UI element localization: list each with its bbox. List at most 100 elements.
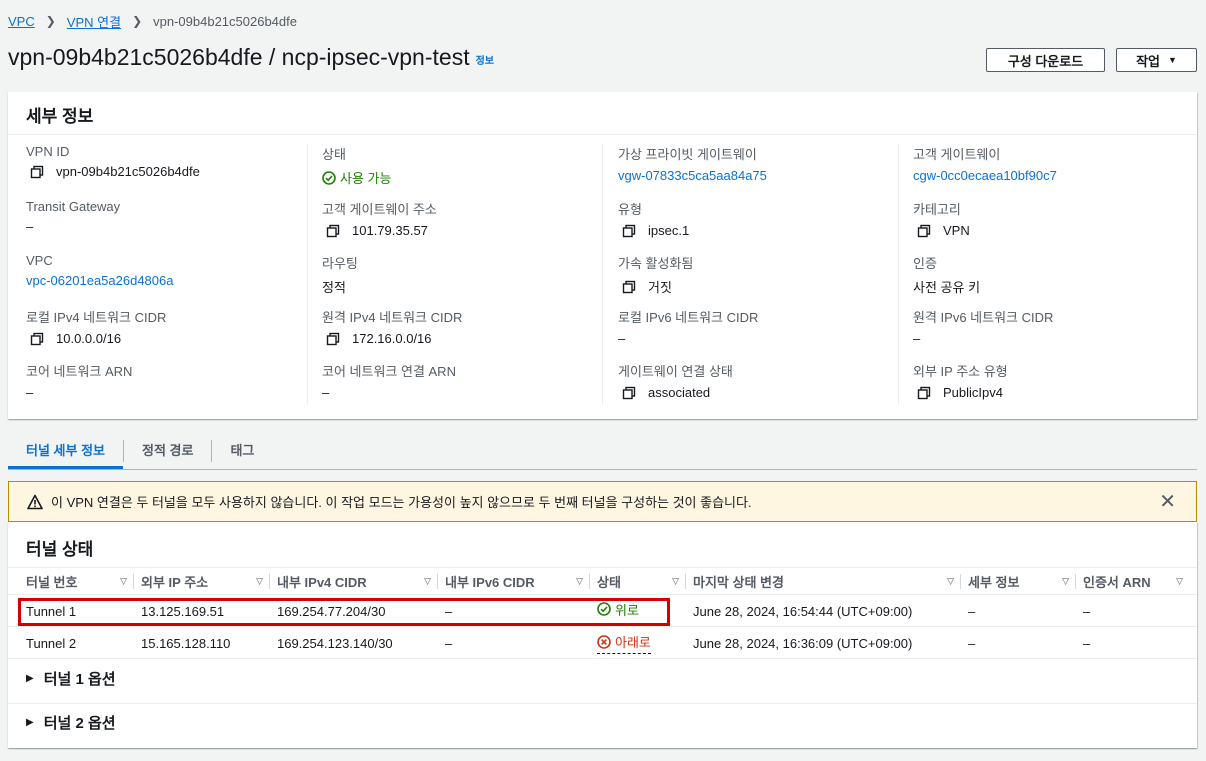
sort-icon[interactable]: ▽ <box>424 576 431 587</box>
copy-icon[interactable] <box>30 332 44 346</box>
field-label: VPN ID <box>26 144 70 159</box>
field-value[interactable]: cgw-0cc0ecaea10bf90c7 <box>913 168 1183 183</box>
breadcrumb: VPC ❯ VPN 연결 ❯ vpn-09b4b21c5026b4dfe <box>8 12 297 30</box>
copy-icon[interactable] <box>622 386 636 400</box>
field-value[interactable]: vpc-06201ea5a26d4806a <box>26 273 296 288</box>
detail-field: 고객 게이트웨이 cgw-0cc0ecaea10bf90c7 <box>913 144 1183 183</box>
table-cell-details: – <box>968 635 976 651</box>
column-header[interactable]: 인증서 ARN ▽ <box>1083 568 1189 595</box>
alert-text: 이 VPN 연결은 두 터널을 모두 사용하지 않습니다. 이 작업 모드는 가… <box>51 495 752 510</box>
column-divider <box>133 574 134 589</box>
field-label: 로컬 IPv4 네트워크 CIDR <box>26 310 167 325</box>
column-divider <box>589 574 590 589</box>
copy-icon[interactable] <box>622 224 636 238</box>
field-value-text[interactable]: vgw-07833c5ca5aa84a75 <box>618 168 767 183</box>
copy-icon[interactable] <box>622 280 636 294</box>
field-label: Transit Gateway <box>26 199 121 214</box>
field-value: 거짓 <box>618 277 888 296</box>
tunnel-2-options-expander[interactable]: ▶ 터널 2 옵션 <box>26 712 116 732</box>
tunnel-table-header: 터널 번호 ▽ 외부 IP 주소 ▽ 내부 IPv4 CIDR ▽ 내부 IPv6 CIDR… <box>8 567 1197 595</box>
field-value-text: 101.79.35.57 <box>352 223 428 238</box>
field-value-text: VPN <box>943 223 970 238</box>
close-icon[interactable]: ✕ <box>1159 492 1176 512</box>
sort-icon[interactable]: ▽ <box>576 576 583 587</box>
field-value-text: 172.16.0.0/16 <box>352 331 432 346</box>
copy-icon[interactable] <box>326 332 340 346</box>
tab-static-routes[interactable]: 정적 경로 <box>124 432 211 469</box>
copy-icon[interactable] <box>30 165 44 179</box>
chevron-right-icon: ❯ <box>45 14 56 28</box>
detail-field: Transit Gateway – <box>26 199 296 234</box>
sort-icon[interactable]: ▽ <box>1176 576 1183 587</box>
field-value-text: associated <box>648 385 711 400</box>
table-row[interactable]: Tunnel 2 15.165.128.110 169.254.123.140/30… <box>8 627 1197 659</box>
table-cell-inside-ipv6: – <box>445 635 453 651</box>
field-value: – <box>322 385 592 400</box>
actions-button[interactable]: 작업 ▼ <box>1116 48 1197 72</box>
column-header[interactable]: 외부 IP 주소 ▽ <box>141 568 269 595</box>
table-cell-tunnel: Tunnel 2 <box>26 635 77 651</box>
tunnel-1-options-expander[interactable]: ▶ 터널 1 옵션 <box>26 668 116 688</box>
field-label: 게이트웨이 연결 상태 <box>618 364 733 379</box>
detail-field: 상태사용 가능 <box>322 144 592 187</box>
field-value-text: – <box>26 385 34 400</box>
field-label: 원격 IPv6 네트워크 CIDR <box>913 310 1054 325</box>
field-value: 101.79.35.57 <box>322 223 592 238</box>
field-label: 유형 <box>618 202 642 217</box>
field-value: PublicIpv4 <box>913 385 1183 400</box>
column-header-label: 상태 <box>597 575 621 590</box>
table-cell-status: 아래로 <box>597 627 651 659</box>
field-value: vpn-09b4b21c5026b4dfe <box>26 164 296 179</box>
sort-icon[interactable]: ▽ <box>256 576 263 587</box>
field-value-text[interactable]: vpc-06201ea5a26d4806a <box>26 273 173 288</box>
detail-field: 고객 게이트웨이 주소 101.79.35.57 <box>322 199 592 238</box>
table-cell-last-change: June 28, 2024, 16:54:44 (UTC+09:00) <box>693 603 913 619</box>
tab-bar: 터널 세부 정보 정적 경로 태그 <box>8 432 1197 470</box>
warning-icon <box>27 494 43 509</box>
field-value-text: – <box>913 331 921 346</box>
sort-icon[interactable]: ▽ <box>1062 576 1069 587</box>
detail-field: 유형 ipsec.1 <box>618 199 888 238</box>
column-header-label: 세부 정보 <box>968 575 1020 590</box>
column-header[interactable]: 터널 번호 ▽ <box>26 568 133 595</box>
tab-tunnel-details[interactable]: 터널 세부 정보 <box>8 432 123 469</box>
field-value-text: – <box>618 331 626 346</box>
detail-field: 코어 네트워크 ARN – <box>26 361 296 400</box>
sort-icon[interactable]: ▽ <box>947 576 954 587</box>
tunnel-1-highlight-box <box>18 598 670 626</box>
field-value-text: PublicIpv4 <box>943 385 1003 400</box>
field-value-text: – <box>26 219 34 234</box>
tab-tags[interactable]: 태그 <box>212 432 272 469</box>
column-header[interactable]: 내부 IPv6 CIDR ▽ <box>445 568 589 595</box>
breadcrumb-vpn-link[interactable]: VPN 연결 <box>67 12 121 31</box>
field-value-text: 사전 공유 키 <box>913 280 981 295</box>
actions-label: 작업 <box>1136 53 1160 69</box>
field-value-text: 10.0.0.0/16 <box>56 331 122 346</box>
field-value-text: 정적 <box>322 280 346 295</box>
caret-right-icon: ▶ <box>26 716 34 728</box>
field-value: – <box>618 331 888 346</box>
detail-field: 게이트웨이 연결 상태 associated <box>618 361 888 400</box>
field-label: 고객 게이트웨이 <box>913 147 1001 162</box>
column-header[interactable]: 상태 ▽ <box>597 568 685 595</box>
page-title-text: vpn-09b4b21c5026b4dfe / ncp-ipsec-vpn-te… <box>8 44 470 70</box>
field-value: 사용 가능 <box>322 168 592 187</box>
config-download-button[interactable]: 구성 다운로드 <box>986 48 1105 72</box>
field-value: ipsec.1 <box>618 223 888 238</box>
copy-icon[interactable] <box>326 224 340 238</box>
column-divider <box>960 574 961 589</box>
copy-icon[interactable] <box>917 224 931 238</box>
sort-icon[interactable]: ▽ <box>120 576 127 587</box>
field-label: 상태 <box>322 147 346 162</box>
field-value-text[interactable]: cgw-0cc0ecaea10bf90c7 <box>913 168 1057 183</box>
copy-icon[interactable] <box>917 386 931 400</box>
column-header[interactable]: 세부 정보 ▽ <box>968 568 1075 595</box>
table-cell-cert-arn: – <box>1083 635 1091 651</box>
column-header[interactable]: 내부 IPv4 CIDR ▽ <box>277 568 437 595</box>
breadcrumb-vpc-link[interactable]: VPC <box>8 14 35 29</box>
sort-icon[interactable]: ▽ <box>672 576 679 587</box>
field-value[interactable]: vgw-07833c5ca5aa84a75 <box>618 168 888 183</box>
info-link[interactable]: 정보 <box>476 56 494 67</box>
column-header[interactable]: 마지막 상태 변경 ▽ <box>693 568 960 595</box>
details-title: 세부 정보 <box>26 107 94 126</box>
